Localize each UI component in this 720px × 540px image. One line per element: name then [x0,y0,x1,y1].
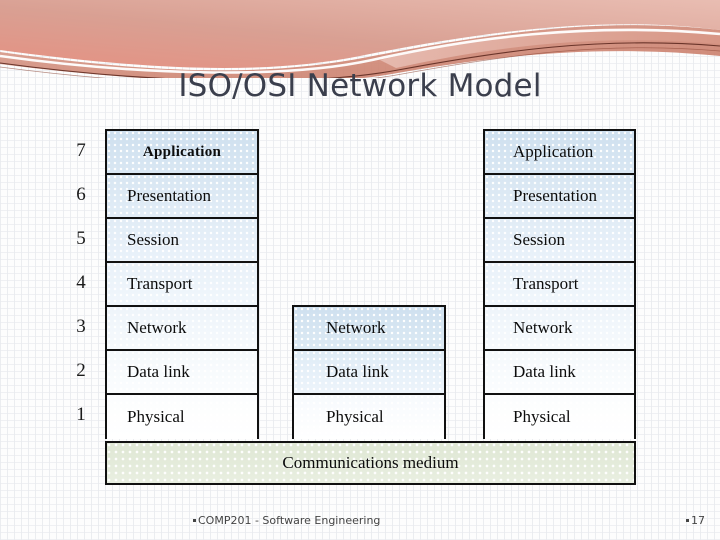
layer-label: Session [127,230,179,249]
layer-box-presentation-right: Presentation [485,175,634,219]
layer-label: Data link [326,362,389,381]
layer-number-column: 7 6 5 4 3 2 1 [66,129,96,437]
layer-box-session-left: Session [107,219,257,263]
layer-box-session-right: Session [485,219,634,263]
layer-box-physical-left: Physical [107,395,257,439]
layer-number: 1 [76,404,86,425]
footer-course-text: COMP201 - Software Engineering [193,514,380,527]
bullet-icon [193,519,196,522]
communications-medium-label: Communications medium [282,453,459,472]
layer-label: Application [142,143,222,160]
layer-label: Session [513,230,565,249]
layer-box-datalink-left: Data link [107,351,257,395]
layer-box-transport-left: Transport [107,263,257,307]
layer-label: Data link [127,362,190,381]
layer-label: Network [127,318,187,337]
bullet-icon [686,519,689,522]
layer-label: Physical [127,407,185,426]
slide-canvas: ISO/OSI Network Model 7 6 5 4 3 2 1 Appl… [0,0,720,540]
footer-page-number: 17 [686,514,705,527]
layer-label: Physical [326,407,384,426]
layer-number: 2 [76,360,86,381]
layer-label: Presentation [127,186,212,205]
layer-box-presentation-left: Presentation [107,175,257,219]
layer-number: 5 [76,228,86,249]
layer-label: Transport [513,274,579,293]
layer-label: Data link [513,362,576,381]
layer-label: Application [513,142,594,161]
layer-number: 6 [76,184,86,205]
layer-label: Network [326,318,386,337]
layer-box-application-left: Application [107,131,257,175]
page-number-label: 17 [691,514,705,527]
layer-number: 4 [76,272,86,293]
layer-box-datalink-right: Data link [485,351,634,395]
layer-box-transport-right: Transport [485,263,634,307]
layer-box-network-middle: Network [294,307,444,351]
layer-label: Presentation [513,186,598,205]
layer-box-datalink-middle: Data link [294,351,444,395]
layer-label: Network [513,318,573,337]
layer-box-network-left: Network [107,307,257,351]
layer-number: 3 [76,316,86,337]
layer-box-physical-middle: Physical [294,395,444,439]
layer-number: 7 [76,140,86,161]
end-system-left-stack: Application Presentation Session Transpo… [105,129,259,439]
layer-box-physical-right: Physical [485,395,634,439]
layer-box-network-right: Network [485,307,634,351]
layer-label: Transport [127,274,193,293]
osi-model-diagram: 7 6 5 4 3 2 1 Application Presentation S… [0,0,720,540]
communications-medium-band: Communications medium [105,441,636,485]
intermediate-node-stack: Network Data link Physical [292,305,446,439]
layer-label: Physical [513,407,571,426]
footer-course-label: COMP201 - Software Engineering [198,514,381,527]
layer-box-application-right: Application [485,131,634,175]
end-system-right-stack: Application Presentation Session Transpo… [483,129,636,439]
